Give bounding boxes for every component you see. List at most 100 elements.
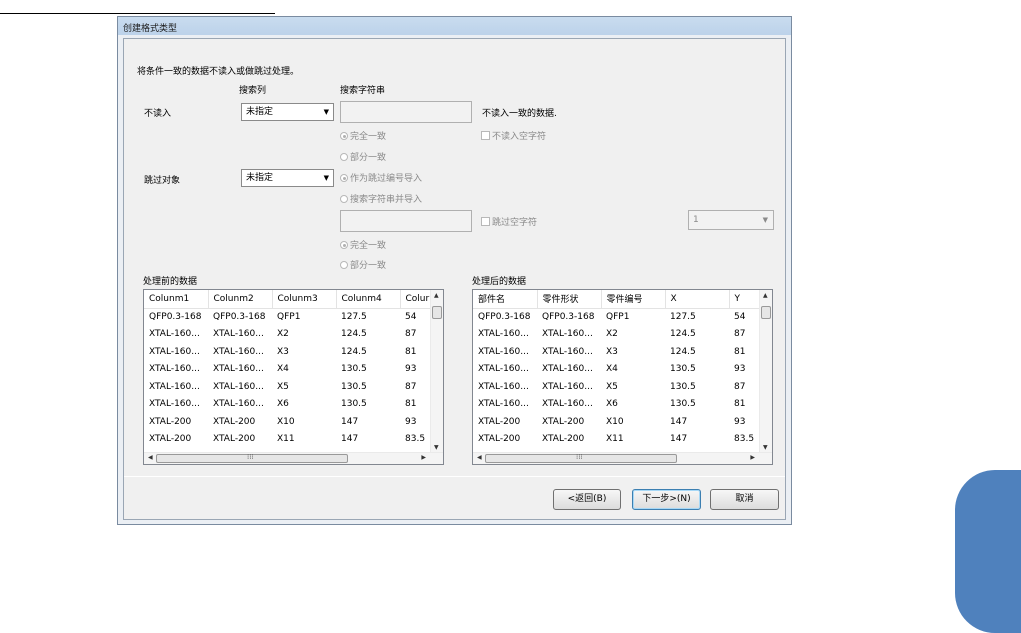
checkbox-icon xyxy=(481,131,490,140)
table-cell: 130.5 xyxy=(341,364,367,375)
skip-import-as-skip-radio[interactable]: 作为跳过编号导入 xyxy=(340,171,422,184)
table-cell: XTAL-200 xyxy=(542,416,585,427)
no-read-empty-checkbox[interactable]: 不读入空字符 xyxy=(481,129,546,142)
scroll-left-icon[interactable]: ◀ xyxy=(477,454,482,461)
table-cell: XTAL-160... xyxy=(149,399,200,410)
no-read-full-match-radio[interactable]: 完全一致 xyxy=(340,129,386,142)
radio-icon xyxy=(340,174,348,182)
column-header[interactable]: 部件名 xyxy=(473,290,538,309)
table-row[interactable]: XTAL-160... XTAL-160... X5 130.5 87 xyxy=(473,378,759,396)
skip-full-match-radio[interactable]: 完全一致 xyxy=(340,238,386,251)
before-header-row: Colunm1 Colunm2 Colunm3 Colunm4 Colur xyxy=(144,290,431,309)
table-cell: X4 xyxy=(606,364,618,375)
grip-icon: ⁞⁞⁞ xyxy=(247,453,254,461)
table-row[interactable]: XTAL-200 XTAL-200 X11 147 83.5 xyxy=(473,431,759,449)
scroll-down-icon[interactable]: ▼ xyxy=(763,444,768,451)
column-header[interactable]: Y xyxy=(729,290,760,309)
column-header[interactable]: Colunm1 xyxy=(144,290,209,309)
after-data-grid[interactable]: 部件名 零件形状 零件编号 X Y QFP0.3-168 QFP0.3-168 QFP1 12… xyxy=(472,289,773,465)
table-cell: 83.5 xyxy=(734,434,755,445)
column-header[interactable]: Colunm3 xyxy=(272,290,337,309)
table-row[interactable]: XTAL-160... XTAL-160... X3 124.5 81 xyxy=(473,343,759,361)
skip-empty-checkbox[interactable]: 跳过空字符 xyxy=(481,215,537,228)
table-row[interactable]: XTAL-160... XTAL-160... X2 124.5 87 xyxy=(144,326,430,344)
table-cell: XTAL-160... xyxy=(478,399,529,410)
skip-import-search-radio[interactable]: 搜索字符串并导入 xyxy=(340,192,422,205)
table-row[interactable]: XTAL-200 XTAL-200 X10 147 93 xyxy=(473,413,759,431)
table-row[interactable]: XTAL-160... XTAL-160... X4 130.5 93 xyxy=(473,361,759,379)
grip-icon: ⁞⁞⁞ xyxy=(576,453,583,461)
skip-search-input[interactable] xyxy=(340,210,472,232)
table-cell: XTAL-160... xyxy=(213,364,264,375)
scroll-thumb[interactable] xyxy=(761,306,771,319)
table-cell: 87 xyxy=(405,381,417,392)
column-header[interactable]: X xyxy=(665,290,730,309)
table-cell: XTAL-160... xyxy=(213,346,264,357)
table-row[interactable]: XTAL-200 XTAL-200 X11 147 83.5 xyxy=(144,431,430,449)
no-read-dropdown-value: 未指定 xyxy=(246,107,274,117)
radio-label: 部分一致 xyxy=(350,153,387,163)
table-cell: QFP0.3-168 xyxy=(149,312,202,322)
table-cell: XTAL-160... xyxy=(149,346,200,357)
skip-label: 跳过对象 xyxy=(144,176,181,186)
no-read-partial-match-radio[interactable]: 部分一致 xyxy=(340,150,386,163)
table-row[interactable]: QFP0.3-168 QFP0.3-168 QFP1 127.5 54 xyxy=(144,308,430,326)
table-row[interactable]: XTAL-160... XTAL-160... X6 130.5 81 xyxy=(473,396,759,414)
table-cell: 81 xyxy=(405,399,417,410)
before-vertical-scrollbar[interactable]: ▲ ▼ xyxy=(430,290,443,453)
dialog-client-area: 将条件一致的数据不读入或做跳过处理。 搜索列 搜索字符串 不读入 未指定 ▼ 不… xyxy=(123,38,786,520)
scroll-thumb[interactable]: ⁞⁞⁞ xyxy=(156,453,348,463)
column-header[interactable]: 零件编号 xyxy=(601,290,666,309)
column-header[interactable]: Colur xyxy=(400,290,431,309)
radio-icon xyxy=(340,195,348,203)
table-row[interactable]: XTAL-160... XTAL-160... X5 130.5 87 xyxy=(144,378,430,396)
before-horizontal-scrollbar[interactable]: ◀ ⁞⁞⁞ ▶ xyxy=(144,452,443,464)
table-row[interactable]: QFP0.3-168 QFP0.3-168 QFP1 127.5 54 xyxy=(473,308,759,326)
table-cell: 93 xyxy=(734,416,746,427)
skip-partial-match-radio[interactable]: 部分一致 xyxy=(340,258,386,271)
table-cell: XTAL-160... xyxy=(478,329,529,340)
table-cell: 93 xyxy=(405,416,417,427)
table-cell: 54 xyxy=(734,312,746,322)
table-cell: XTAL-160... xyxy=(542,364,593,375)
table-row[interactable]: XTAL-160... XTAL-160... X4 130.5 93 xyxy=(144,361,430,379)
table-row[interactable]: XTAL-200 XTAL-200 X10 147 93 xyxy=(144,413,430,431)
cancel-button[interactable]: 取消 xyxy=(710,489,779,510)
column-header[interactable]: Colunm4 xyxy=(336,290,401,309)
no-read-search-input[interactable] xyxy=(340,101,472,123)
scroll-right-icon[interactable]: ▶ xyxy=(421,454,426,461)
column-header[interactable]: Colunm2 xyxy=(208,290,273,309)
before-data-grid[interactable]: Colunm1 Colunm2 Colunm3 Colunm4 Colur QFP0.3… xyxy=(143,289,444,465)
table-cell: XTAL-160... xyxy=(478,364,529,375)
next-button[interactable]: 下一步>(N) xyxy=(632,489,701,510)
after-body: QFP0.3-168 QFP0.3-168 QFP1 127.5 54 XTAL-160.… xyxy=(473,308,759,448)
after-vertical-scrollbar[interactable]: ▲ ▼ xyxy=(759,290,772,453)
table-cell: 124.5 xyxy=(341,346,367,357)
scroll-left-icon[interactable]: ◀ xyxy=(148,454,153,461)
create-format-dialog: 创建格式类型 将条件一致的数据不读入或做跳过处理。 搜索列 搜索字符串 不读入 … xyxy=(117,16,792,525)
table-cell: XTAL-160... xyxy=(542,381,593,392)
radio-label: 作为跳过编号导入 xyxy=(350,174,423,184)
skip-column-dropdown[interactable]: 未指定 ▼ xyxy=(241,169,334,187)
table-cell: XTAL-160... xyxy=(542,346,593,357)
table-row[interactable]: XTAL-160... XTAL-160... X2 124.5 87 xyxy=(473,326,759,344)
table-cell: X11 xyxy=(606,434,624,445)
skip-number-value: 1 xyxy=(693,215,699,225)
column-header[interactable]: 零件形状 xyxy=(537,290,602,309)
scroll-up-icon[interactable]: ▲ xyxy=(763,292,768,299)
scroll-thumb[interactable]: ⁞⁞⁞ xyxy=(485,453,677,463)
scroll-right-icon[interactable]: ▶ xyxy=(750,454,755,461)
scroll-up-icon[interactable]: ▲ xyxy=(434,292,439,299)
scroll-down-icon[interactable]: ▼ xyxy=(434,444,439,451)
back-button[interactable]: <返回(B) xyxy=(553,489,621,510)
table-cell: XTAL-160... xyxy=(213,381,264,392)
table-row[interactable]: XTAL-160... XTAL-160... X3 124.5 81 xyxy=(144,343,430,361)
scroll-thumb[interactable] xyxy=(432,306,442,319)
skip-number-combo[interactable]: 1 ▼ xyxy=(688,210,774,230)
table-cell: XTAL-160... xyxy=(149,364,200,375)
table-cell: QFP0.3-168 xyxy=(542,312,595,322)
no-read-column-dropdown[interactable]: 未指定 ▼ xyxy=(241,103,334,121)
table-cell: 130.5 xyxy=(670,381,696,392)
table-row[interactable]: XTAL-160... XTAL-160... X6 130.5 81 xyxy=(144,396,430,414)
after-horizontal-scrollbar[interactable]: ◀ ⁞⁞⁞ ▶ xyxy=(473,452,772,464)
